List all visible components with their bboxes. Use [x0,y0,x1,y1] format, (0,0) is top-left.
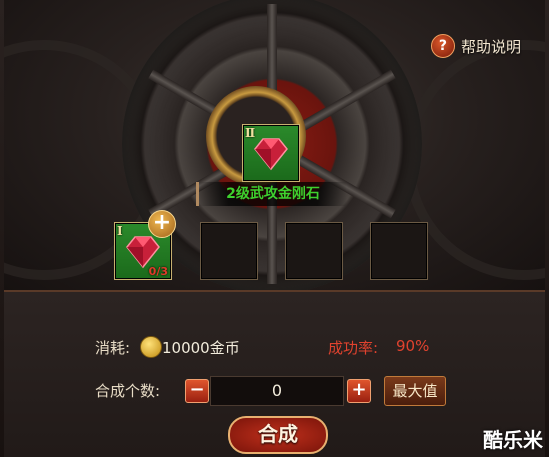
target-item-name: 2级武攻金刚石 [196,182,347,206]
help-label: 帮助说明 [460,37,521,56]
ruby-gem-icon [254,138,288,171]
quantity-label: 合成个数: [95,382,161,400]
material-count: 0/3 [148,265,168,278]
add-material-button[interactable]: + [148,210,176,238]
material-tier-label: Ⅰ [117,224,123,238]
increase-button[interactable]: + [347,379,371,403]
target-gem-slot[interactable]: Ⅱ [242,124,300,182]
gold-coin-icon [140,336,162,358]
question-icon: ? [430,34,455,58]
quantity-input[interactable]: 0 [210,376,344,406]
max-value-button[interactable]: 最大值 [384,376,446,406]
watermark-text: 酷乐米 [483,428,543,452]
success-rate-label: 成功率: [328,339,379,357]
cost-value: 10000金币 [162,339,240,357]
compose-button[interactable]: 合成 [228,416,328,454]
empty-slot-1[interactable] [200,222,258,280]
cost-label: 消耗: [95,339,131,357]
decrease-button[interactable]: − [185,379,209,403]
empty-slot-3[interactable] [370,222,428,280]
success-rate-value: 90% [396,337,430,355]
empty-slot-2[interactable] [285,222,343,280]
help-button[interactable]: ? 帮助说明 [430,34,521,58]
